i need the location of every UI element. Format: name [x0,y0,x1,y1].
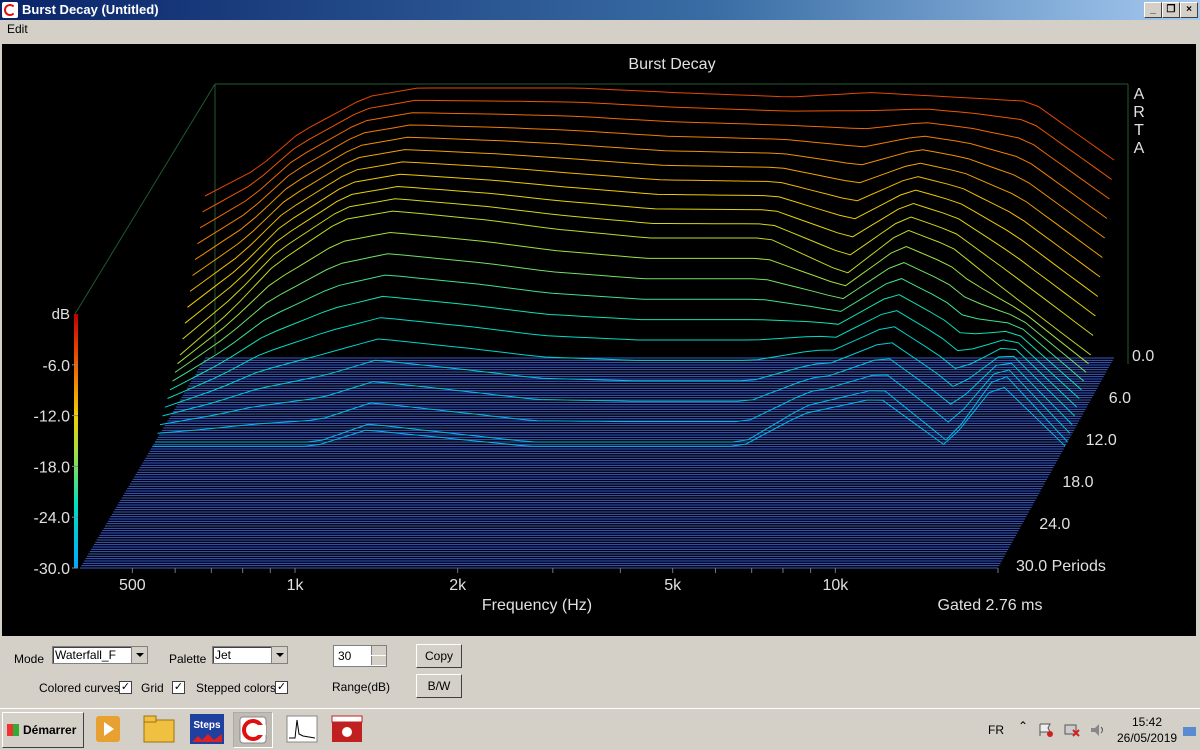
clapper-app-icon[interactable] [328,712,366,746]
decay-curve [194,136,1105,261]
mode-label: Mode [14,652,45,666]
watermark-letter: A [1134,140,1145,157]
minimize-button[interactable]: _ [1144,2,1162,18]
waterfall-floor [80,357,1114,569]
decay-curve [189,161,1101,292]
decay-curve [184,185,1096,324]
range-value: 30 [338,649,352,663]
period-tick-label: 12.0 [1086,432,1117,449]
flag-alert-icon[interactable] [1038,723,1054,737]
spin-up-icon[interactable] [371,646,386,655]
file-explorer-icon[interactable] [140,712,178,746]
arta-app-icon[interactable] [2,2,18,18]
watermark-letter: R [1133,104,1145,121]
menu-edit[interactable]: Edit [7,22,28,36]
watermark-letter: A [1134,86,1145,103]
windows-logo-icon [7,724,19,736]
waterfall-chart: Burst Decay ARTA dB -6.0-12.0-18.0-24.0-… [34,56,1155,614]
arta-taskbar-icon[interactable] [233,712,273,748]
decay-curve [169,294,1082,391]
colored-curves-checkbox[interactable]: ✓ [119,681,132,694]
mode-value: Waterfall_F [55,648,116,662]
network-error-icon[interactable] [1064,723,1080,737]
plot-title: Burst Decay [628,56,715,73]
palette-select[interactable]: Jet [212,646,288,664]
decay-curve [167,310,1080,399]
menu-bar: Edit [0,20,1200,38]
stepped-colors-checkbox[interactable]: ✓ [275,681,288,694]
close-button[interactable]: × [1180,2,1198,18]
range-spinner[interactable]: 30 [333,645,387,667]
frequency-axis-ticks: 500 1k 2k 5k 10k [119,568,999,594]
chevron-up-icon[interactable]: ⌃ [1018,719,1028,733]
frequency-axis-label: Frequency (Hz) [482,597,592,614]
decay-curve [174,253,1087,373]
start-button[interactable]: Démarrer [2,712,84,748]
period-tick-label: 6.0 [1109,390,1131,407]
db-tick-label: -12.0 [34,409,71,426]
bw-button[interactable]: B/W [416,674,462,698]
db-tick-label: -18.0 [34,459,71,476]
period-tick-label: 18.0 [1062,474,1093,491]
chevron-down-icon[interactable] [271,647,287,663]
decay-curve [192,149,1103,276]
frequency-tick-label: 5k [664,577,682,594]
spin-down-icon[interactable] [371,656,386,665]
steps-app-label: Steps [193,720,221,731]
media-player-icon[interactable] [90,712,128,746]
copy-button[interactable]: Copy [416,644,462,668]
window-title: Burst Decay (Untitled) [22,2,159,17]
db-tick-label: -6.0 [42,358,70,375]
range-label: Range(dB) [332,680,391,694]
period-tick-label: 30.0 Periods [1016,558,1106,575]
language-indicator[interactable]: FR [988,723,1004,737]
decay-curve [187,173,1099,308]
db-tick-label: -30.0 [34,561,71,578]
impulse-app-icon[interactable] [283,712,321,746]
gated-time-label: Gated 2.76 ms [938,597,1043,614]
frequency-tick-label: 10k [822,577,849,594]
db-color-scale [74,314,78,568]
frequency-tick-label: 2k [449,577,467,594]
db-axis-label: dB [52,306,70,323]
clock-date: 26/05/2019 [1117,731,1178,745]
period-axis-ticks: 0.0 6.0 12.0 18.0 24.0 30.0 Periods [1016,348,1154,575]
restore-button[interactable]: ❐ [1162,2,1180,18]
stepped-colors-label: Stepped colors [196,681,277,695]
grid-label: Grid [141,681,164,695]
grid-checkbox[interactable]: ✓ [172,681,185,694]
show-desktop-icon[interactable] [1182,723,1198,737]
chevron-down-icon[interactable] [131,647,147,663]
palette-label: Palette [169,652,207,666]
frequency-tick-label: 500 [119,577,146,594]
period-tick-label: 24.0 [1039,516,1070,533]
burst-decay-plot[interactable]: Burst Decay ARTA dB -6.0 -12.0 -18.0 -24.0-… [2,44,1196,636]
palette-value: Jet [215,648,232,662]
watermark-letter: T [1134,122,1144,139]
db-tick-label: -24.0 [34,510,71,527]
period-tick-label: 0.0 [1132,348,1154,365]
plot-frame [74,83,1129,364]
control-panel: Mode Waterfall_F Palette Jet 30 Copy Col… [0,636,1200,708]
arta-watermark: ARTA [1133,86,1145,157]
db-axis-ticks: -6.0 -12.0 -18.0 -24.0 -30.0 [34,358,78,578]
colored-curves-label: Colored curves [39,681,120,695]
volume-icon[interactable] [1090,723,1106,737]
steps-app-icon[interactable]: Steps [188,712,226,746]
decay-curve [182,198,1094,340]
clock-time: 15:42 [1132,715,1163,729]
taskbar: Démarrer Steps FR ⌃ 15:42 26/05/2019 [0,708,1200,750]
title-bar: Burst Decay (Untitled) _ ❐ × [0,0,1200,20]
start-label: Démarrer [23,723,77,737]
waterfall-curves [152,87,1115,447]
frequency-tick-label: 1k [287,577,305,594]
decay-curve [159,358,1073,426]
mode-select[interactable]: Waterfall_F [52,646,148,664]
